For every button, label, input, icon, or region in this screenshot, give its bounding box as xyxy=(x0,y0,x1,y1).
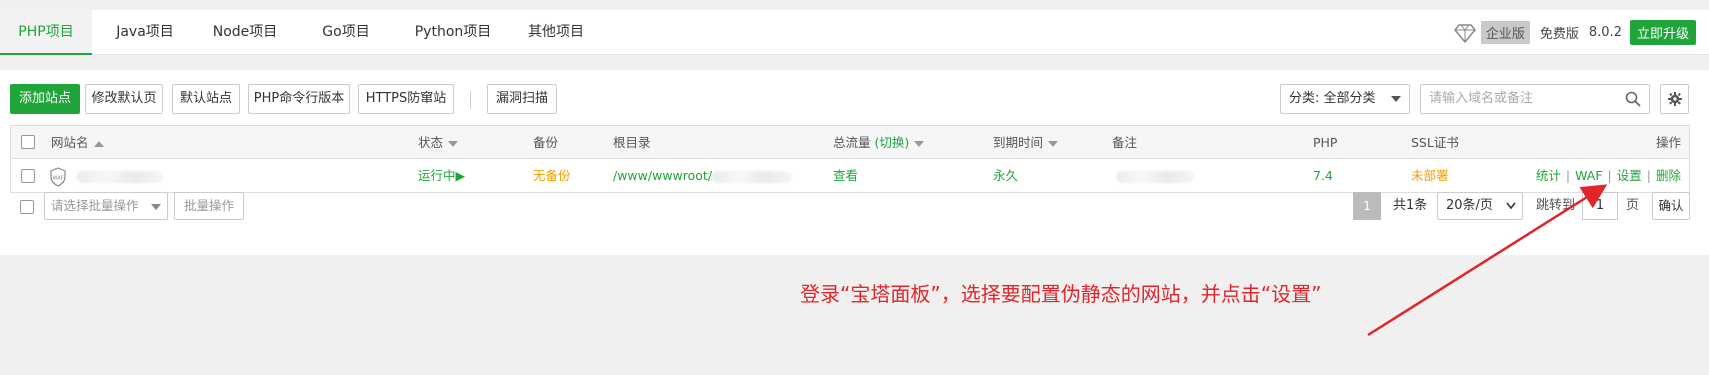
upgrade-button[interactable]: 立即升级 xyxy=(1629,20,1696,45)
traffic-switch-link[interactable]: (切换) xyxy=(875,135,910,150)
col-root: 根目录 xyxy=(613,135,651,150)
batch-select-all-checkbox[interactable] xyxy=(20,200,34,214)
tab-node[interactable]: Node项目 xyxy=(205,10,285,55)
row-checkbox[interactable] xyxy=(21,169,35,183)
col-status[interactable]: 状态 xyxy=(418,126,459,159)
tab-python[interactable]: Python项目 xyxy=(408,10,498,55)
chevron-down-icon xyxy=(151,204,161,210)
sort-asc-icon xyxy=(93,140,104,147)
stats-link[interactable]: 统计 xyxy=(1536,168,1561,183)
https-guard-button[interactable]: HTTPS防窜站 xyxy=(358,84,454,114)
col-expire[interactable]: 到期时间 xyxy=(993,126,1059,159)
gear-icon xyxy=(1668,92,1682,106)
root-path: /www/wwwroot/ xyxy=(613,168,713,183)
version-label: 8.0.2 xyxy=(1588,25,1622,40)
tab-php[interactable]: PHP项目 xyxy=(0,10,92,55)
table-row: WAF 运行中▶ 无备份 /www/wwwroot/ 查看 永久 7.4 未部署… xyxy=(11,159,1689,193)
col-status-label: 状态 xyxy=(418,135,444,150)
page-size-select[interactable]: 20条/页 xyxy=(1437,192,1523,220)
php-version-cell[interactable]: 7.4 xyxy=(1313,159,1333,193)
jump-to-label: 跳转到 xyxy=(1536,198,1576,213)
edit-default-page-button[interactable]: 修改默认页 xyxy=(85,84,163,114)
row-actions: 统计 | WAF | 设置 | 删除 xyxy=(1536,159,1681,193)
shield-icon: WAF xyxy=(50,167,66,187)
backup-cell[interactable]: 无备份 xyxy=(533,159,571,193)
site-name-redacted xyxy=(77,170,163,183)
col-ssl: SSL证书 xyxy=(1411,135,1459,150)
diamond-icon xyxy=(1453,23,1476,43)
version-info: 企业版 免费版 8.0.2 立即升级 xyxy=(1453,10,1709,55)
page-unit-label: 页 xyxy=(1626,198,1640,213)
batch-action-placeholder: 请选择批量操作 xyxy=(51,198,139,213)
jump-page-input[interactable]: 1 xyxy=(1582,192,1618,220)
toolbar-divider xyxy=(470,91,471,109)
settings-button[interactable] xyxy=(1660,84,1689,114)
sort-desc-icon xyxy=(448,140,459,147)
root-cell[interactable]: /www/wwwroot/ xyxy=(613,159,793,193)
table-header: 网站名 状态 备份 根目录 总流量 (切换) 到期时间 备注 PHP SSL证书… xyxy=(11,126,1689,159)
delete-link[interactable]: 删除 xyxy=(1656,168,1681,183)
tab-other[interactable]: 其他项目 xyxy=(522,10,590,55)
default-site-button[interactable]: 默认站点 xyxy=(172,84,240,114)
remark-redacted xyxy=(1116,170,1194,183)
enterprise-badge[interactable]: 企业版 xyxy=(1480,21,1530,44)
category-select-value: 分类: 全部分类 xyxy=(1289,91,1376,106)
chevron-down-icon xyxy=(1391,96,1401,102)
root-path-redacted xyxy=(712,170,793,183)
expire-cell[interactable]: 永久 xyxy=(993,159,1018,193)
search-input[interactable]: 请输入域名或备注 xyxy=(1420,84,1650,114)
col-php: PHP xyxy=(1313,135,1338,150)
remark-cell[interactable] xyxy=(1116,159,1194,193)
col-backup: 备份 xyxy=(533,135,559,150)
traffic-view-link[interactable]: 查看 xyxy=(833,159,858,193)
col-site-name-label: 网站名 xyxy=(51,135,89,150)
ssl-cell[interactable]: 未部署 xyxy=(1411,159,1449,193)
col-traffic-label: 总流量 xyxy=(833,135,871,150)
site-name-cell[interactable] xyxy=(77,159,163,193)
current-page-button[interactable]: 1 xyxy=(1353,192,1381,220)
ops-separator: | xyxy=(1565,168,1571,183)
annotation-text: 登录“宝塔面板”，选择要配置伪静态的网站，并点击“设置” xyxy=(800,282,1322,306)
search-icon[interactable] xyxy=(1625,91,1641,107)
col-expire-label: 到期时间 xyxy=(993,135,1044,150)
chevron-down-icon xyxy=(1506,202,1516,210)
ops-separator: | xyxy=(1607,168,1612,183)
waf-badge-text: WAF xyxy=(53,176,64,182)
col-remark: 备注 xyxy=(1112,135,1138,150)
sort-desc-icon xyxy=(1048,140,1059,147)
jump-confirm-button[interactable]: 确认 xyxy=(1652,192,1690,220)
vuln-scan-button[interactable]: 漏洞扫描 xyxy=(487,84,557,114)
tab-go[interactable]: Go项目 xyxy=(313,10,379,55)
category-select[interactable]: 分类: 全部分类 xyxy=(1280,84,1410,114)
ops-separator: | xyxy=(1646,168,1651,183)
php-cli-version-button[interactable]: PHP命令行版本 xyxy=(248,84,350,114)
free-edition-label: 免费版 xyxy=(1539,27,1579,42)
tab-java[interactable]: Java项目 xyxy=(108,10,182,55)
site-table: 网站名 状态 备份 根目录 总流量 (切换) 到期时间 备注 PHP SSL证书… xyxy=(10,125,1690,193)
page-size-value: 20条/页 xyxy=(1446,198,1493,213)
batch-action-button[interactable]: 批量操作 xyxy=(174,192,244,220)
settings-link[interactable]: 设置 xyxy=(1617,168,1642,183)
add-site-button[interactable]: 添加站点 xyxy=(10,84,80,114)
site-panel: 添加站点 修改默认页 默认站点 PHP命令行版本 HTTPS防窜站 漏洞扫描 分… xyxy=(0,70,1709,255)
col-ops: 操作 xyxy=(1655,135,1681,150)
status-cell[interactable]: 运行中▶ xyxy=(418,159,465,193)
col-traffic[interactable]: 总流量 (切换) xyxy=(833,126,925,159)
select-all-checkbox[interactable] xyxy=(21,135,35,149)
search-placeholder: 请输入域名或备注 xyxy=(1429,91,1534,106)
project-tabbar: PHP项目 Java项目 Node项目 Go项目 Python项目 其他项目 企… xyxy=(0,10,1709,55)
batch-action-select[interactable]: 请选择批量操作 xyxy=(44,192,168,220)
total-count: 共1条 xyxy=(1393,198,1428,213)
col-site-name[interactable]: 网站名 xyxy=(51,126,104,159)
sort-desc-icon xyxy=(914,140,925,147)
waf-link[interactable]: WAF xyxy=(1575,168,1602,183)
